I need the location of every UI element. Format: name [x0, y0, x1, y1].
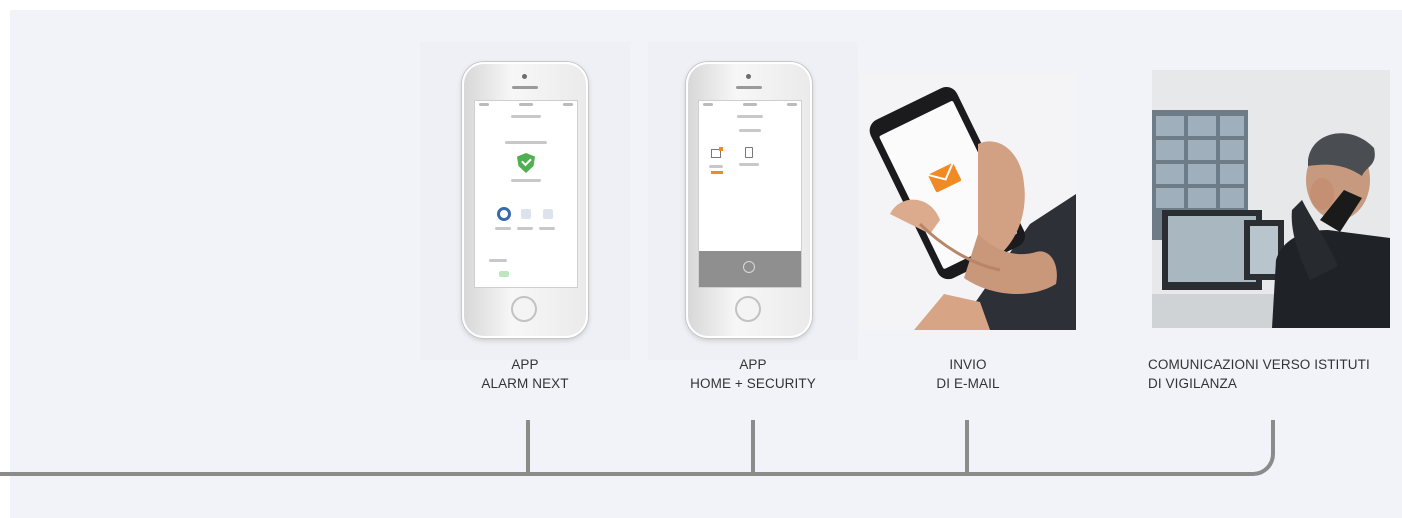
label-email: INVIO DI E-MAIL — [936, 357, 1000, 391]
phone-screen-alarm-next — [474, 100, 578, 288]
phone-illustration — [686, 62, 812, 338]
app-alarm-next-card — [420, 42, 630, 360]
phone-illustration — [462, 62, 588, 338]
status-bar — [475, 101, 577, 109]
camera-dot — [522, 74, 527, 79]
connector-alarm-next — [526, 420, 530, 474]
dark-overlay — [699, 251, 801, 287]
device-icon — [711, 147, 723, 158]
connector-email — [965, 420, 969, 474]
app-home-security-card — [648, 42, 858, 360]
hand-with-phone-illustration — [869, 86, 1076, 330]
speaker-slot — [512, 86, 538, 89]
arm-ring-icon — [497, 207, 511, 221]
phone-screen-home-security — [698, 100, 802, 288]
security-operator-photo — [1152, 70, 1390, 328]
main-bus-line — [0, 472, 1254, 476]
shield-check-icon — [517, 153, 535, 173]
email-phone-photo — [860, 74, 1076, 330]
label-vigilanza: COMUNICAZIONI VERSO ISTITUTI DI VIGILANZ… — [1148, 357, 1370, 391]
label-app-home-security: APP HOME + SECURITY — [690, 357, 816, 391]
label-app-alarm-next: APP ALARM NEXT — [481, 357, 569, 391]
connector-home-security — [751, 420, 755, 474]
home-button — [511, 296, 537, 322]
connector-vigilanza — [1271, 420, 1275, 454]
document-icon — [745, 147, 753, 158]
